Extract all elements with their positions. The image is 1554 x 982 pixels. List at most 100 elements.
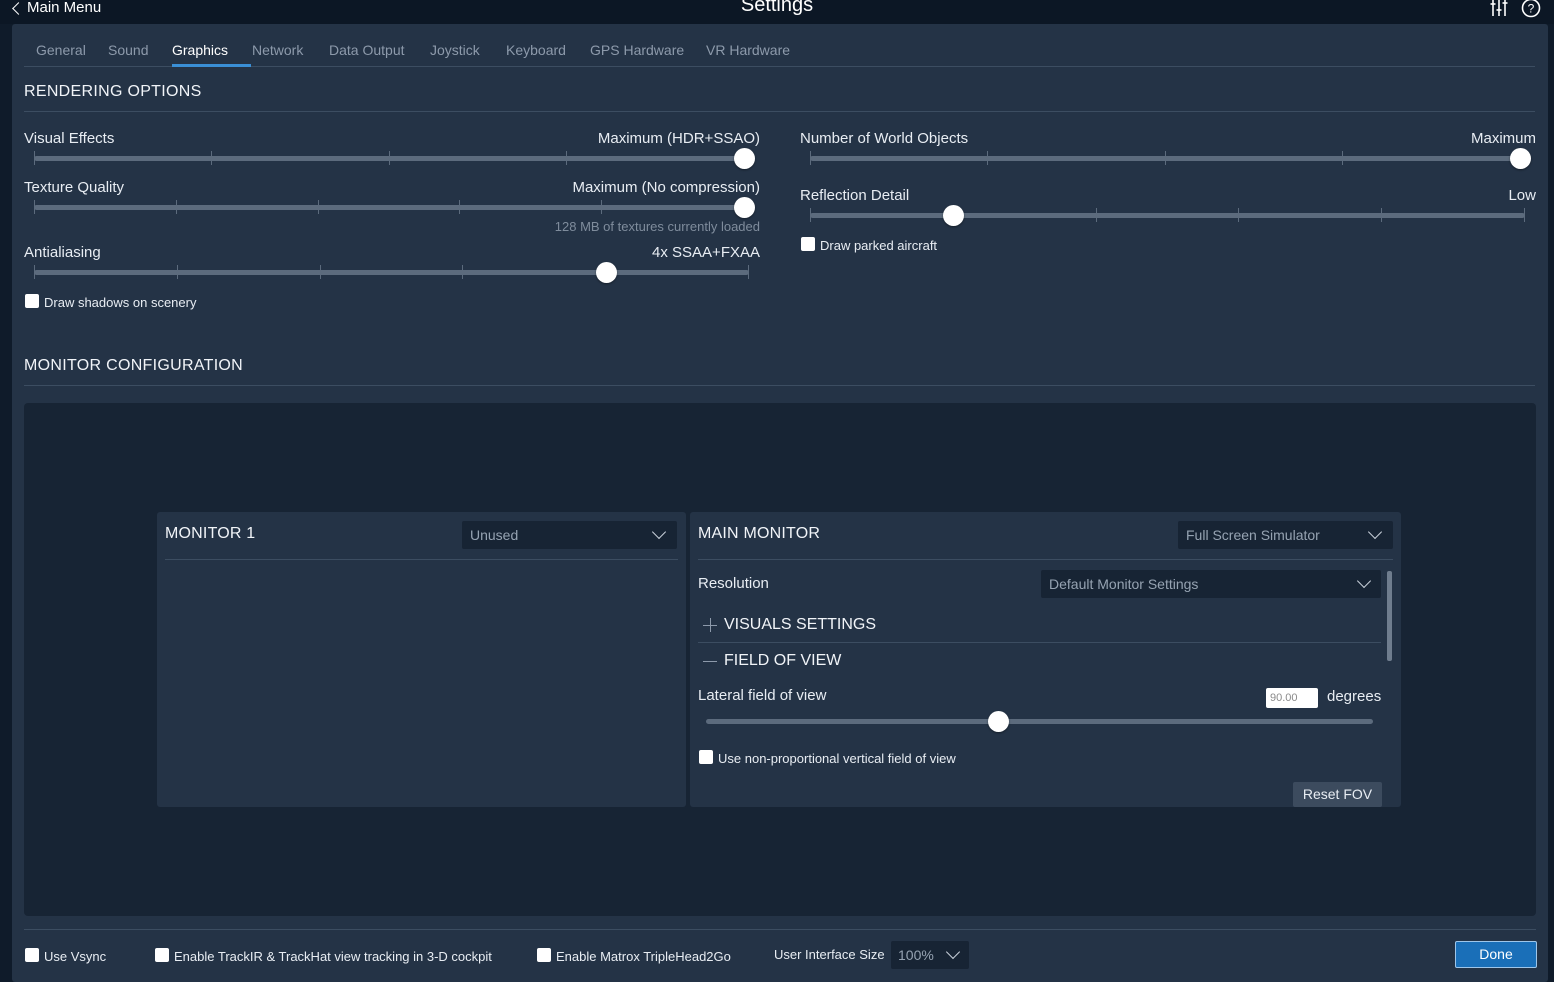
main-monitor-mode-value: Full Screen Simulator — [1186, 527, 1320, 543]
draw-shadows-checkbox[interactable] — [25, 294, 39, 308]
divider — [698, 559, 1393, 560]
slider-tick — [748, 265, 749, 279]
visuals-settings-header[interactable]: VISUALS SETTINGS — [724, 616, 876, 634]
tab-keyboard[interactable]: Keyboard — [506, 42, 566, 58]
slider-tick — [34, 265, 35, 279]
slider-tick — [601, 200, 602, 214]
slider-knob[interactable] — [943, 205, 964, 226]
trackir-checkbox[interactable] — [155, 948, 169, 962]
texture-quality-label: Texture Quality — [24, 179, 125, 196]
slider-tick — [318, 200, 319, 214]
slider-tick — [34, 151, 35, 165]
slider-knob[interactable] — [1510, 148, 1531, 169]
slider-tick — [810, 151, 811, 165]
slider-tick — [1096, 208, 1097, 222]
lateral-fov-label: Lateral field of view — [698, 687, 827, 704]
chevron-down-icon — [945, 944, 961, 960]
window-title: Settings — [740, 0, 814, 16]
non-proportional-fov-label: Use non-proportional vertical field of v… — [718, 751, 956, 766]
done-button[interactable]: Done — [1455, 941, 1537, 968]
slider-tick — [1381, 208, 1382, 222]
monitor-configuration-title: MONITOR CONFIGURATION — [24, 357, 244, 374]
antialiasing-slider[interactable] — [34, 262, 749, 283]
tab-sound[interactable]: Sound — [108, 42, 148, 58]
ui-size-label: User Interface Size — [774, 947, 885, 962]
monitor-1-card: MONITOR 1 Unused — [157, 512, 686, 807]
scrollbar[interactable] — [1387, 571, 1392, 661]
tab-graphics[interactable]: Graphics — [172, 42, 228, 58]
reflection-detail-slider[interactable] — [810, 205, 1525, 226]
sliders-icon[interactable] — [1489, 0, 1509, 18]
active-tab-indicator — [172, 64, 251, 67]
tab-vr-hardware[interactable]: VR Hardware — [706, 42, 790, 58]
divider — [24, 929, 1536, 930]
reset-fov-button[interactable]: Reset FOV — [1293, 782, 1382, 807]
slider-knob[interactable] — [734, 148, 755, 169]
matrox-label: Enable Matrox TripleHead2Go — [556, 949, 731, 964]
slider-tick — [389, 151, 390, 165]
tab-general[interactable]: General — [36, 42, 86, 58]
draw-shadows-label: Draw shadows on scenery — [44, 295, 197, 310]
resolution-dropdown[interactable]: Default Monitor Settings — [1041, 570, 1381, 598]
visual-effects-label: Visual Effects — [24, 130, 115, 147]
divider — [24, 385, 1535, 386]
slider-tick — [177, 265, 178, 279]
divider — [165, 559, 678, 560]
tab-data-output[interactable]: Data Output — [329, 42, 405, 58]
slider-track — [810, 213, 1525, 218]
chevron-down-icon — [1356, 573, 1372, 589]
slider-tick — [1165, 151, 1166, 165]
world-objects-slider[interactable] — [810, 148, 1531, 169]
draw-parked-aircraft-checkbox[interactable] — [801, 237, 815, 251]
reflection-detail-value: Low — [1508, 187, 1536, 204]
slider-tick — [566, 151, 567, 165]
lateral-fov-input[interactable]: 90.00 — [1266, 688, 1318, 708]
slider-tick — [176, 200, 177, 214]
monitor-1-mode-value: Unused — [470, 527, 519, 543]
use-vsync-label: Use Vsync — [44, 949, 107, 964]
reflection-detail-label: Reflection Detail — [800, 187, 910, 204]
non-proportional-fov-checkbox[interactable] — [699, 750, 713, 764]
slider-tick — [987, 151, 988, 165]
slider-tick — [34, 200, 35, 214]
resolution-label: Resolution — [698, 575, 769, 592]
slider-tick — [1342, 151, 1343, 165]
slider-tick — [211, 151, 212, 165]
svg-text:?: ? — [1528, 2, 1535, 16]
tab-network[interactable]: Network — [252, 42, 303, 58]
texture-memory-note: 128 MB of textures currently loaded — [554, 219, 760, 234]
draw-parked-aircraft-label: Draw parked aircraft — [820, 238, 938, 253]
slider-track — [34, 205, 744, 210]
slider-tick — [320, 265, 321, 279]
chevron-down-icon — [1367, 524, 1383, 540]
expand-plus-icon[interactable] — [703, 618, 717, 632]
slider-knob[interactable] — [988, 711, 1009, 732]
world-objects-label: Number of World Objects — [800, 130, 969, 147]
collapse-minus-icon[interactable] — [703, 654, 717, 668]
lateral-fov-slider[interactable] — [706, 711, 1373, 732]
help-icon[interactable]: ? — [1521, 0, 1541, 18]
trackir-label: Enable TrackIR & TrackHat view tracking … — [174, 949, 492, 964]
slider-knob[interactable] — [596, 262, 617, 283]
world-objects-value: Maximum — [1470, 130, 1536, 147]
divider — [24, 111, 1535, 112]
matrox-checkbox[interactable] — [537, 948, 551, 962]
tab-gps-hardware[interactable]: GPS Hardware — [590, 42, 684, 58]
resolution-value: Default Monitor Settings — [1049, 576, 1199, 592]
slider-tick — [810, 208, 811, 222]
monitor-1-mode-dropdown[interactable]: Unused — [462, 521, 677, 549]
tab-joystick[interactable]: Joystick — [430, 42, 480, 58]
antialiasing-label: Antialiasing — [24, 244, 101, 261]
visual-effects-slider[interactable] — [34, 148, 755, 169]
texture-quality-value: Maximum (No compression) — [572, 179, 760, 196]
top-bar: Main Menu Settings ? — [0, 0, 1554, 24]
use-vsync-checkbox[interactable] — [25, 948, 39, 962]
main-monitor-card: MAIN MONITOR Full Screen Simulator Resol… — [690, 512, 1401, 807]
texture-quality-slider[interactable] — [34, 197, 755, 218]
slider-knob[interactable] — [734, 197, 755, 218]
tab-bar: General Sound Graphics Network Data Outp… — [24, 40, 1535, 67]
ui-size-dropdown[interactable]: 100% — [891, 941, 969, 969]
divider — [698, 642, 1381, 643]
main-monitor-mode-dropdown[interactable]: Full Screen Simulator — [1178, 521, 1393, 549]
field-of-view-header[interactable]: FIELD OF VIEW — [724, 652, 841, 670]
